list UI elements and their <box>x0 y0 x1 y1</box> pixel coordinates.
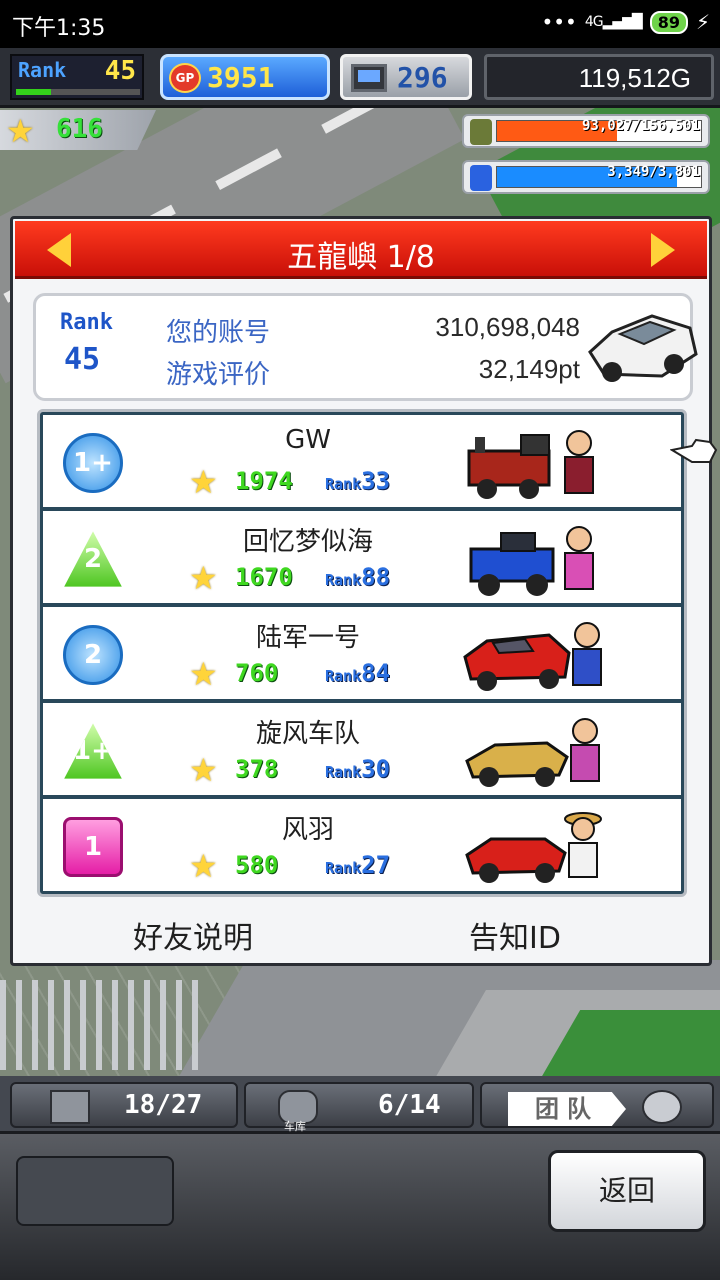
bottom-bar: 18/27 车库 6/14 团队 返回 <box>0 1076 720 1280</box>
star-icon: ★ <box>189 655 218 693</box>
friend-name: GW <box>285 425 331 455</box>
research-counter[interactable]: 296 <box>340 54 472 100</box>
back-button[interactable]: 返回 <box>548 1150 706 1232</box>
friend-name: 陆军一号 <box>255 623 360 653</box>
fuel-value: 93,027/156,501 <box>581 118 700 134</box>
dialog-header: 五龍嶼 1/8 <box>15 221 707 279</box>
friend-row[interactable]: 1+ 旋风车队 ★ 378 Rank30 <box>43 703 681 795</box>
gp-value: 3951 <box>207 61 275 94</box>
account-rank-label: Rank <box>60 310 113 335</box>
friend-rank-badge: 1+ <box>63 433 123 493</box>
research-value: 296 <box>397 61 448 94</box>
star-counter: ★ 616 <box>0 110 156 150</box>
star-icon: ★ <box>189 463 218 501</box>
friend-name: 回忆梦似海 <box>242 527 373 557</box>
gp-coin-icon: GP <box>169 63 201 93</box>
rank-progress-bar <box>16 89 140 95</box>
fuel-resource-bar: 93,027/156,501 <box>462 114 710 148</box>
status-icons: ••• 4G▂▄▆█ 89 ⚡ <box>541 10 710 34</box>
friend-rank-badge: 1+ <box>64 723 122 779</box>
top-hud: Rank 45 GP 3951 296 119,512G <box>0 48 720 108</box>
next-page-arrow-icon[interactable] <box>651 233 675 267</box>
train-car-icon <box>467 430 594 499</box>
dialog-footer: 好友说明 告知ID <box>13 909 709 959</box>
friend-row[interactable]: 2 回忆梦似海 ★ 1670 Rank88 <box>43 511 681 603</box>
friend-help-button[interactable]: 好友说明 <box>133 913 253 957</box>
water-bottle-icon <box>470 165 492 191</box>
account-id-value: 310,698,048 <box>435 312 580 342</box>
share-id-button[interactable]: 告知ID <box>469 913 561 957</box>
gold-sportscar-icon <box>465 718 600 787</box>
account-id-label: 您的账号 <box>166 318 271 348</box>
money-counter: 119,512G <box>484 54 714 100</box>
account-rank-value: 45 <box>64 342 101 377</box>
tab-parts[interactable]: 18/27 <box>10 1082 238 1128</box>
fence <box>0 980 200 1070</box>
water-value: 3,349/3,801 <box>607 164 700 180</box>
dialog-title: 五龍嶼 1/8 <box>287 240 435 275</box>
rank-value: 45 <box>104 56 136 86</box>
friend-stars: 378 <box>235 755 279 783</box>
charging-icon: ⚡ <box>695 10 710 34</box>
friend-stars: 1974 <box>235 467 293 495</box>
garage-count: 6/14 <box>378 1090 441 1120</box>
friend-rank-badge: 2 <box>63 625 123 685</box>
red-roadster-icon <box>465 812 602 883</box>
rank-label: Rank <box>18 58 67 82</box>
friend-rank: Rank84 <box>325 659 391 687</box>
status-bar: 下午1:35 ••• 4G▂▄▆█ 89 ⚡ <box>0 0 720 48</box>
friend-rank-badge: 2 <box>64 531 122 587</box>
friend-name: 风羽 <box>281 815 334 845</box>
parts-count: 18/27 <box>124 1090 203 1120</box>
friends-dialog: 五龍嶼 1/8 Rank 45 您的账号 310,698,048 游戏评价 32… <box>10 216 712 966</box>
avatar-icon <box>642 1090 682 1124</box>
battery-icon: 89 <box>649 10 688 34</box>
friend-rank: Rank27 <box>325 851 391 879</box>
empty-slot <box>16 1156 174 1226</box>
game-score-value: 32,149pt <box>478 354 580 384</box>
player-rank: Rank 45 <box>10 54 144 100</box>
star-value: 616 <box>56 114 103 144</box>
friend-stars: 760 <box>235 659 279 687</box>
star-icon: ★ <box>189 751 218 789</box>
team-label: 团队 <box>508 1092 626 1126</box>
pointer-hand-icon <box>670 438 718 463</box>
bottom-tabs: 18/27 车库 6/14 团队 <box>0 1076 720 1134</box>
star-icon: ★ <box>6 112 35 150</box>
clock: 下午1:35 <box>12 16 106 41</box>
friend-rank: Rank33 <box>325 467 391 495</box>
friend-rank: Rank88 <box>325 563 391 591</box>
friend-row[interactable]: 2 陆军一号 ★ 760 Rank84 <box>43 607 681 699</box>
player-car-icon <box>588 314 698 382</box>
water-resource-bar: 3,349/3,801 <box>462 160 710 194</box>
friend-rank-badge: 1 <box>63 817 123 877</box>
friend-stars: 580 <box>235 851 279 879</box>
gp-counter[interactable]: GP 3951 <box>160 54 330 100</box>
friend-stars: 1670 <box>235 563 293 591</box>
computer-icon <box>351 64 387 92</box>
red-pickup-icon <box>463 622 602 691</box>
signal-icon: 4G▂▄▆█ <box>584 14 643 30</box>
friend-row[interactable]: 1+ GW ★ 1974 Rank33 <box>43 415 681 507</box>
crate-icon <box>50 1090 90 1124</box>
game-score-label: 游戏评价 <box>166 360 271 390</box>
more-dots-icon: ••• <box>541 10 577 34</box>
friend-name: 旋风车队 <box>255 719 360 749</box>
garage-label: 车库 <box>284 1120 306 1133</box>
tab-garage[interactable]: 车库 6/14 <box>244 1082 474 1133</box>
friend-rank: Rank30 <box>325 755 391 783</box>
tab-team[interactable]: 团队 <box>480 1082 714 1128</box>
fuel-barrel-icon <box>470 119 492 145</box>
jeep-car-icon <box>469 526 594 596</box>
friend-row[interactable]: 1 风羽 ★ 580 Rank27 <box>43 799 681 891</box>
friends-list[interactable]: 1+ GW ★ 1974 Rank33 2 回忆梦似海 ★ 1670 Rank8… <box>37 409 687 897</box>
star-icon: ★ <box>189 847 218 885</box>
star-icon: ★ <box>189 559 218 597</box>
account-info: Rank 45 您的账号 310,698,048 游戏评价 32,149pt <box>33 293 698 401</box>
money-value: 119,512G <box>578 63 691 93</box>
